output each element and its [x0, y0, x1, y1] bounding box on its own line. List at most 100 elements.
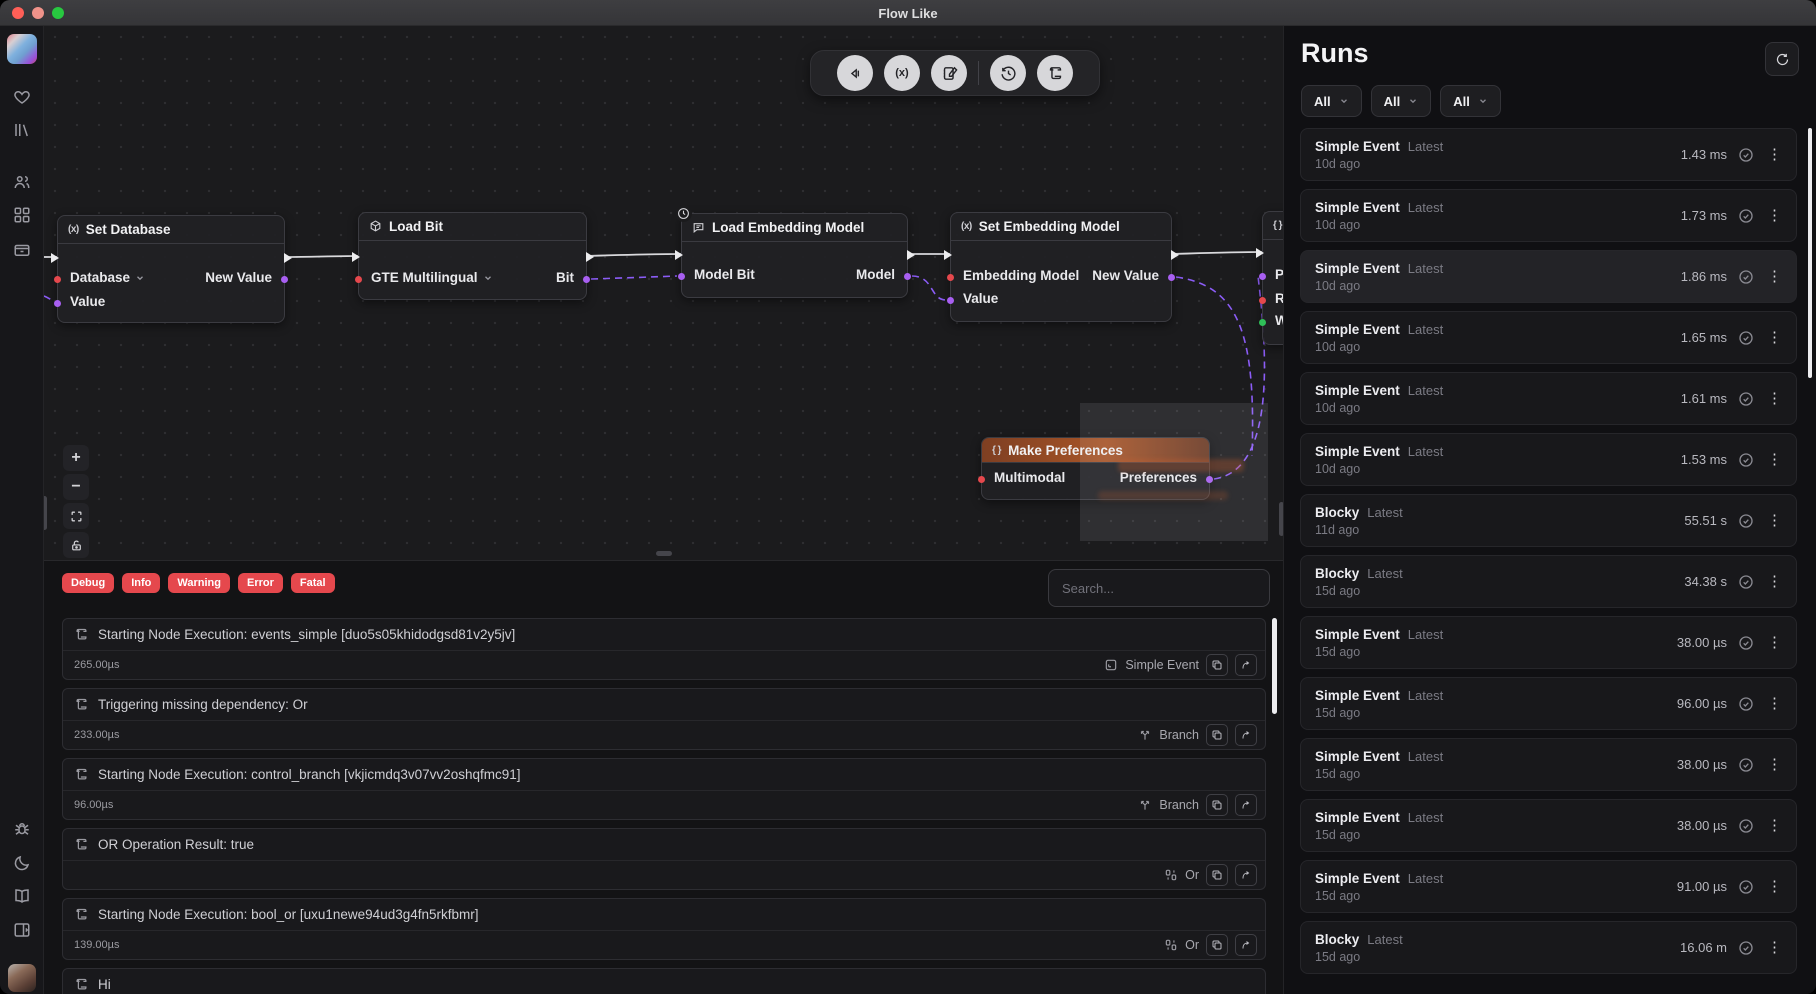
- output-pin[interactable]: [583, 276, 590, 283]
- input-pin[interactable]: [947, 297, 954, 304]
- kebab-menu-icon[interactable]: ⋮: [1765, 267, 1784, 286]
- input-pin[interactable]: [54, 300, 61, 307]
- kebab-menu-icon[interactable]: ⋮: [1765, 633, 1784, 652]
- dark-mode-moon-icon[interactable]: [13, 854, 31, 872]
- input-pin[interactable]: [947, 274, 954, 281]
- run-item[interactable]: Simple Event Latest 10d ago 1.65 ms ⋮: [1300, 311, 1797, 364]
- log-entry[interactable]: Starting Node Execution: control_branch …: [62, 758, 1266, 820]
- storage-archive-icon[interactable]: [13, 241, 31, 259]
- kebab-menu-icon[interactable]: ⋮: [1765, 572, 1784, 591]
- output-pin[interactable]: [1168, 274, 1175, 281]
- users-icon[interactable]: [13, 173, 31, 191]
- node-load-bit[interactable]: Load Bit GTE Multilingual Bit: [358, 212, 587, 300]
- kebab-menu-icon[interactable]: ⋮: [1765, 206, 1784, 225]
- runs-scrollbar-thumb[interactable]: [1808, 128, 1812, 378]
- kebab-menu-icon[interactable]: ⋮: [1765, 389, 1784, 408]
- input-pin[interactable]: [1259, 273, 1266, 280]
- zoom-out-button[interactable]: −: [63, 474, 89, 500]
- log-entry[interactable]: Hi: [62, 968, 1266, 994]
- copy-button[interactable]: [1206, 864, 1228, 886]
- lock-button[interactable]: [63, 532, 89, 558]
- chevron-down-icon[interactable]: [483, 273, 493, 283]
- exec-output-pin[interactable]: [906, 249, 916, 261]
- run-item[interactable]: Simple Event Latest 10d ago 1.73 ms ⋮: [1300, 189, 1797, 242]
- flow-step-button[interactable]: [837, 55, 873, 91]
- run-item[interactable]: Blocky Latest 15d ago 34.38 s ⋮: [1300, 555, 1797, 608]
- toggle-panel-icon[interactable]: [13, 921, 31, 939]
- input-pin[interactable]: [678, 273, 685, 280]
- log-filter-badge[interactable]: Warning: [168, 573, 230, 593]
- app-logo[interactable]: [7, 34, 37, 64]
- exec-output-pin[interactable]: [585, 251, 595, 263]
- debug-bug-icon[interactable]: [13, 820, 31, 838]
- run-item[interactable]: Simple Event Latest 15d ago 96.00 µs ⋮: [1300, 677, 1797, 730]
- input-pin[interactable]: [1259, 319, 1266, 326]
- input-pin[interactable]: [1259, 297, 1266, 304]
- runs-filter-dropdown[interactable]: All: [1301, 85, 1362, 117]
- user-avatar[interactable]: [8, 964, 36, 992]
- history-button[interactable]: [990, 55, 1026, 91]
- jump-to-node-button[interactable]: [1235, 794, 1257, 816]
- exec-input-pin[interactable]: [674, 249, 684, 261]
- log-filter-badge[interactable]: Fatal: [291, 573, 335, 593]
- run-item[interactable]: Simple Event Latest 10d ago 1.61 ms ⋮: [1300, 372, 1797, 425]
- run-item[interactable]: Simple Event Latest 10d ago 1.86 ms ⋮: [1300, 250, 1797, 303]
- sidebar-resize-handle[interactable]: [44, 496, 47, 530]
- variables-button[interactable]: (x): [884, 55, 920, 91]
- kebab-menu-icon[interactable]: ⋮: [1765, 511, 1784, 530]
- copy-button[interactable]: [1206, 934, 1228, 956]
- kebab-menu-icon[interactable]: ⋮: [1765, 145, 1784, 164]
- jump-to-node-button[interactable]: [1235, 864, 1257, 886]
- jump-to-node-button[interactable]: [1235, 724, 1257, 746]
- library-icon[interactable]: [13, 121, 31, 139]
- copy-button[interactable]: [1206, 654, 1228, 676]
- run-item[interactable]: Simple Event Latest 15d ago 38.00 µs ⋮: [1300, 738, 1797, 791]
- flow-canvas[interactable]: (x) (x)Set Database D: [44, 26, 1283, 560]
- run-item[interactable]: Blocky Latest 11d ago 55.51 s ⋮: [1300, 494, 1797, 547]
- run-item[interactable]: Simple Event Latest 10d ago 1.43 ms ⋮: [1300, 128, 1797, 181]
- run-item[interactable]: Simple Event Latest 15d ago 38.00 µs ⋮: [1300, 616, 1797, 669]
- kebab-menu-icon[interactable]: ⋮: [1765, 938, 1784, 957]
- output-pin[interactable]: [281, 276, 288, 283]
- docs-book-icon[interactable]: [13, 887, 31, 905]
- input-pin[interactable]: [54, 276, 61, 283]
- node-load-embedding-model[interactable]: Load Embedding Model Model Bit Model: [681, 213, 908, 298]
- log-filter-badge[interactable]: Info: [122, 573, 160, 593]
- run-item[interactable]: Simple Event Latest 15d ago 91.00 µs ⋮: [1300, 860, 1797, 913]
- log-filter-badge[interactable]: Error: [238, 573, 283, 593]
- log-panel-resize-handle[interactable]: [656, 551, 672, 556]
- log-scrollbar-thumb[interactable]: [1272, 618, 1277, 714]
- chevron-down-icon[interactable]: [135, 273, 145, 283]
- kebab-menu-icon[interactable]: ⋮: [1765, 328, 1784, 347]
- exec-output-pin[interactable]: [1170, 249, 1180, 261]
- node-set-database[interactable]: (x)Set Database Database New Value Value: [57, 215, 285, 323]
- exec-input-pin[interactable]: [50, 252, 60, 264]
- output-pin[interactable]: [904, 273, 911, 280]
- input-pin[interactable]: [355, 276, 362, 283]
- log-entry[interactable]: OR Operation Result: true Or: [62, 828, 1266, 890]
- favorites-heart-icon[interactable]: [13, 88, 31, 106]
- log-filter-badge[interactable]: Debug: [62, 573, 114, 593]
- notes-button[interactable]: [931, 55, 967, 91]
- kebab-menu-icon[interactable]: ⋮: [1765, 450, 1784, 469]
- jump-to-node-button[interactable]: [1235, 654, 1257, 676]
- exec-input-pin[interactable]: [943, 249, 953, 261]
- kebab-menu-icon[interactable]: ⋮: [1765, 877, 1784, 896]
- log-entry[interactable]: Starting Node Execution: events_simple […: [62, 618, 1266, 680]
- log-entry[interactable]: Triggering missing dependency: Or 233.00…: [62, 688, 1266, 750]
- run-item[interactable]: Blocky Latest 15d ago 16.06 m ⋮: [1300, 921, 1797, 974]
- script-log-button[interactable]: [1037, 55, 1073, 91]
- jump-to-node-button[interactable]: [1235, 934, 1257, 956]
- log-entry[interactable]: Starting Node Execution: bool_or [uxu1ne…: [62, 898, 1266, 960]
- exec-input-pin[interactable]: [351, 251, 361, 263]
- templates-grid-icon[interactable]: [13, 206, 31, 224]
- runs-filter-dropdown[interactable]: All: [1440, 85, 1501, 117]
- log-search-input[interactable]: [1048, 569, 1270, 607]
- copy-button[interactable]: [1206, 724, 1228, 746]
- node-edge-partial[interactable]: { } Pr Re W: [1262, 211, 1283, 345]
- zoom-in-button[interactable]: +: [63, 445, 89, 471]
- kebab-menu-icon[interactable]: ⋮: [1765, 816, 1784, 835]
- exec-input-pin[interactable]: [1255, 247, 1265, 259]
- refresh-runs-button[interactable]: [1765, 42, 1799, 76]
- kebab-menu-icon[interactable]: ⋮: [1765, 755, 1784, 774]
